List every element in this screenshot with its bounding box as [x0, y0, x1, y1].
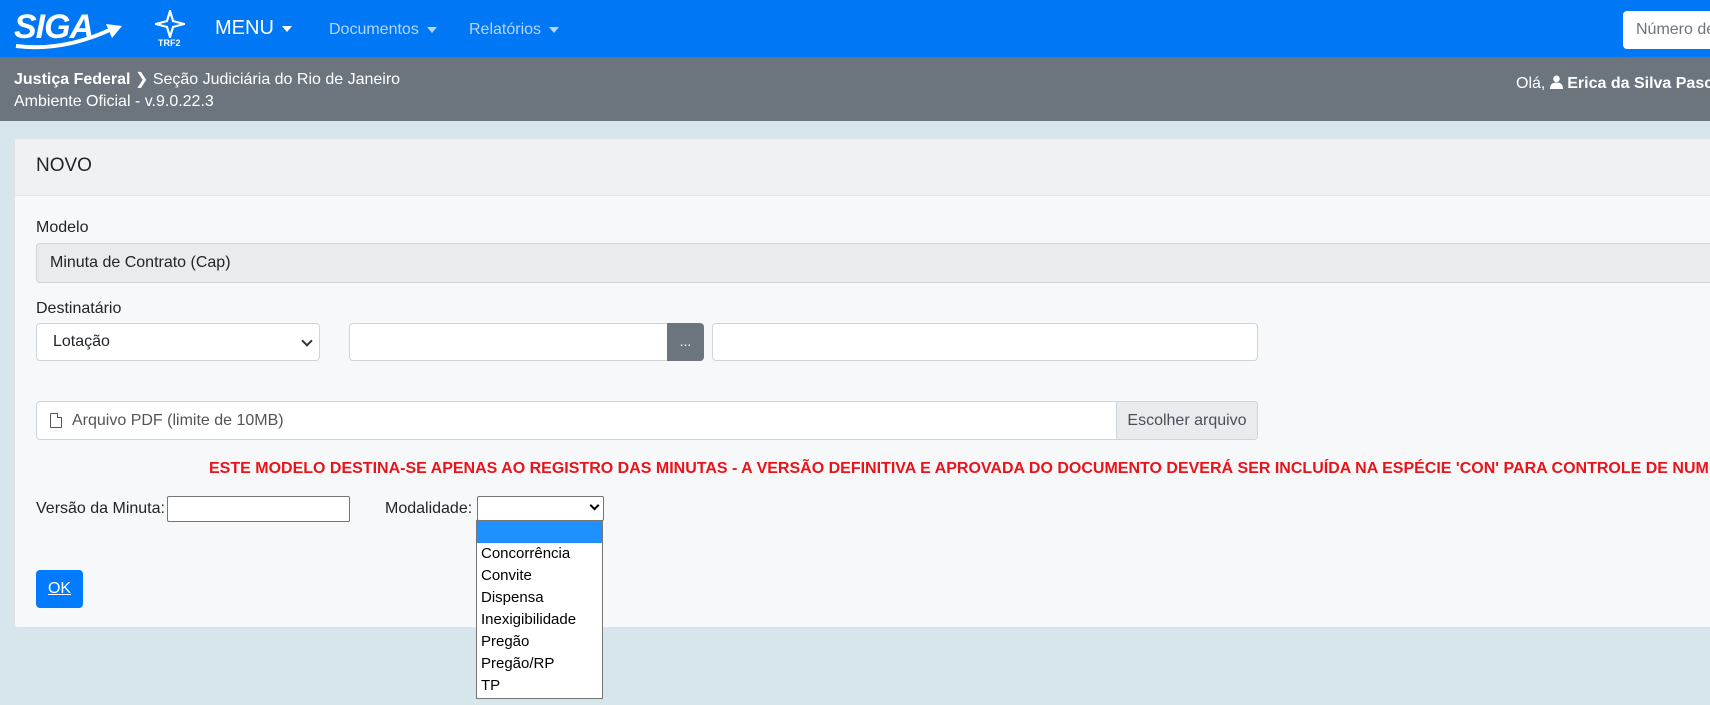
user-greeting[interactable]: Olá, Erica da Silva Pasco [1516, 75, 1710, 93]
modalidade-label: Modalidade: [385, 500, 473, 517]
nav-menu[interactable]: MENU [215, 17, 292, 40]
top-navbar: SIGA TRF2 MENU Documentos Relatórios Núm… [0, 0, 1710, 57]
modalidade-options-list: Concorrência Convite Dispensa Inexigibil… [476, 520, 603, 699]
user-name: Erica da Silva Pasco [1567, 75, 1710, 92]
environment-label: Ambiente Oficial - v.9.0.22.3 [14, 93, 214, 110]
user-icon [1549, 75, 1563, 89]
menu-label: MENU [215, 17, 274, 39]
file-upload-field[interactable]: Arquivo PDF (limite de 10MB) Escolher ar… [36, 401, 1258, 440]
nav-relatorios-label: Relatórios [469, 21, 542, 38]
option-pregao[interactable]: Pregão [477, 631, 602, 653]
search-input[interactable]: Número de [1623, 11, 1710, 49]
caret-down-icon [426, 26, 437, 33]
breadcrumb-section: Seção Judiciária do Rio de Janeiro [152, 71, 401, 88]
destinatario-code-input[interactable] [349, 323, 668, 361]
pdf-file-icon [50, 413, 62, 428]
destinatario-type-select[interactable]: Lotação [36, 323, 320, 361]
trf2-label: TRF2 [158, 38, 181, 48]
caret-down-icon [549, 26, 560, 33]
nav-relatorios[interactable]: Relatórios [469, 21, 560, 39]
modalidade-select[interactable] [477, 496, 604, 521]
trf2-logo: TRF2 [150, 10, 190, 52]
caret-down-icon [281, 25, 292, 32]
star-icon [155, 10, 185, 38]
lookup-button[interactable]: ... [667, 323, 704, 361]
breadcrumb: Justiça Federal ❯ Seção Judiciária do Ri… [14, 69, 400, 89]
option-tp[interactable]: TP [477, 675, 602, 697]
choose-file-button[interactable]: Escolher arquivo [1116, 402, 1257, 439]
nav-documentos[interactable]: Documentos [329, 21, 437, 39]
destinatario-name-input[interactable] [712, 323, 1258, 361]
option-pregao-rp[interactable]: Pregão/RP [477, 653, 602, 675]
modelo-field[interactable]: Minuta de Contrato (Cap) [36, 243, 1710, 283]
option-inexigibilidade[interactable]: Inexigibilidade [477, 609, 602, 631]
versao-label: Versão da Minuta: [36, 500, 165, 517]
chevron-down-icon [301, 335, 313, 347]
swoosh-icon [15, 24, 122, 50]
warning-message: ESTE MODELO DESTINA-SE APENAS AO REGISTR… [209, 460, 1710, 477]
breadcrumb-org: Justiça Federal [14, 71, 131, 88]
document-form-card: NOVO Modelo Minuta de Contrato (Cap) Des… [14, 138, 1710, 628]
greeting-text: Olá, [1516, 75, 1546, 92]
header-bar: Justiça Federal ❯ Seção Judiciária do Ri… [0, 57, 1710, 121]
siga-logo[interactable]: SIGA [14, 8, 134, 50]
versao-input[interactable] [167, 496, 350, 522]
destinatario-label: Destinatário [36, 300, 122, 317]
option-convite[interactable]: Convite [477, 565, 602, 587]
option-concorrencia[interactable]: Concorrência [477, 543, 602, 565]
nav-documentos-label: Documentos [329, 21, 419, 38]
destinatario-type-value: Lotação [53, 333, 110, 350]
chevron-down-icon [589, 500, 600, 511]
option-dispensa[interactable]: Dispensa [477, 587, 602, 609]
file-placeholder: Arquivo PDF (limite de 10MB) [72, 412, 284, 429]
card-header: NOVO [15, 139, 1710, 196]
ok-button[interactable]: OK [36, 570, 83, 608]
option-blank[interactable] [477, 521, 602, 543]
modelo-label: Modelo [36, 219, 89, 236]
chevron-right-icon: ❯ [134, 71, 149, 88]
page-title: NOVO [36, 155, 92, 176]
